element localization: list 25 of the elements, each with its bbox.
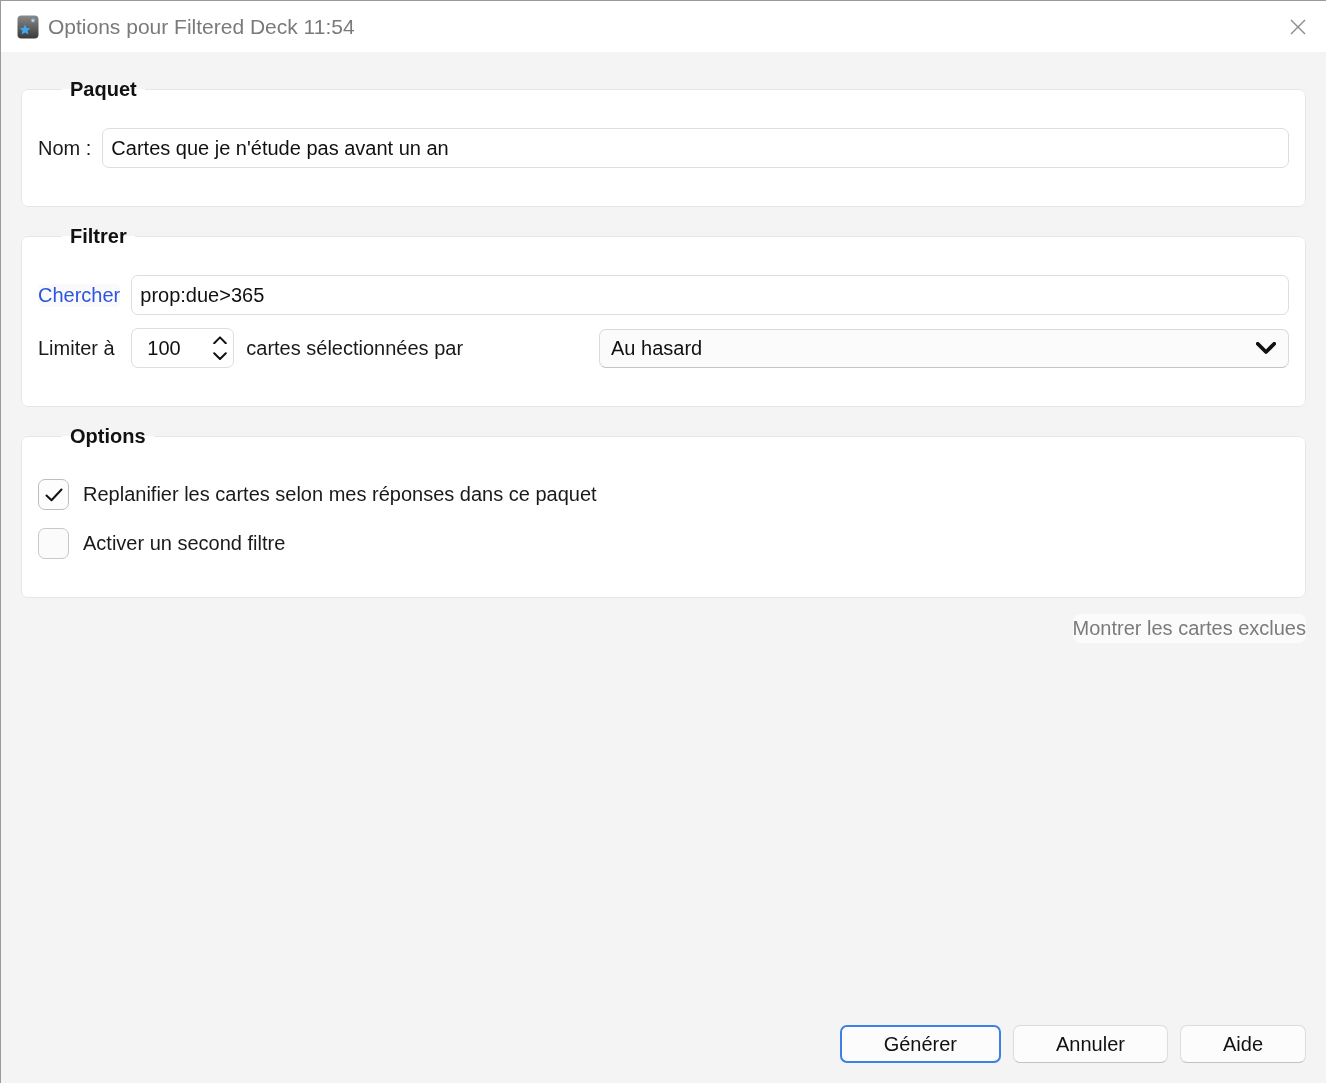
group-title: Filtrer (69, 225, 128, 248)
dialog-button[interactable]: Annuler (1013, 1025, 1168, 1063)
field-label: Nom : (38, 136, 92, 160)
limit-spinbox[interactable]: 100 (131, 328, 235, 368)
order-dropdown[interactable]: Au hasard (599, 328, 1289, 368)
star-app-icon (17, 14, 39, 39)
checkbox-label: Activer un second filtre (83, 532, 286, 555)
close-icon[interactable] (1290, 18, 1306, 35)
group-title: Paquet (69, 78, 138, 101)
chevron-down-icon (1256, 342, 1276, 354)
checkbox-label: Replanifier les cartes selon mes réponses dans ce paquet (83, 483, 597, 506)
chevron-down-icon (213, 352, 228, 361)
name-field[interactable]: Cartes que je n'étude pas avant un an (102, 128, 1289, 168)
search-link[interactable]: Chercher (38, 283, 121, 307)
chevron-up-icon (213, 335, 228, 344)
check-icon (44, 487, 63, 502)
checkbox[interactable] (38, 528, 69, 559)
dialog-button[interactable]: Aide (1179, 1025, 1306, 1063)
checkbox[interactable] (38, 479, 69, 510)
dialog-button[interactable]: Générer (839, 1025, 1002, 1063)
group-title: Options (69, 425, 147, 448)
field-label: cartes sélectionnées par (246, 336, 465, 360)
field-label: Limiter à (38, 336, 116, 360)
search-field[interactable]: prop:due>365 (131, 275, 1289, 315)
window-title: Options pour Filtered Deck 11:54 (48, 14, 356, 39)
